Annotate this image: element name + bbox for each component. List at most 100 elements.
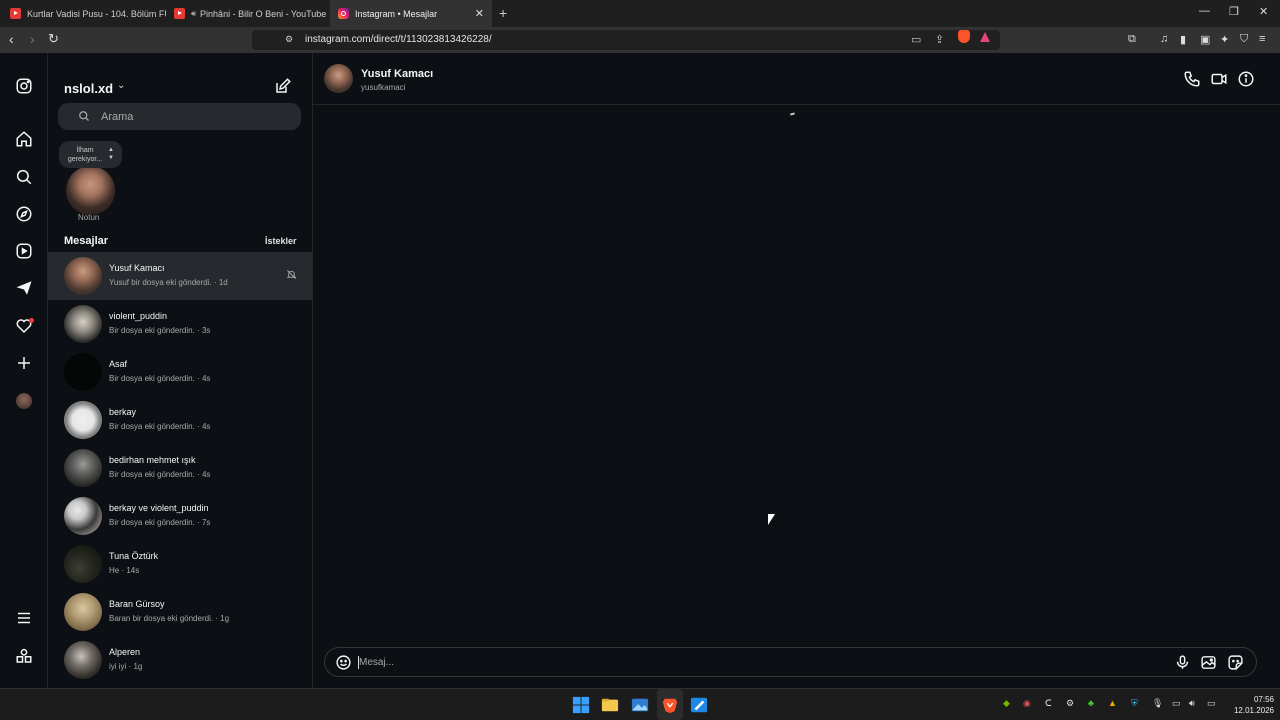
requests-link[interactable]: İstekler (265, 236, 297, 246)
security-icon[interactable]: ◉ (1023, 698, 1031, 709)
conversation-row[interactable]: bedirhan mehmet ışık Bir dosya eki gönde… (48, 444, 312, 492)
messages-heading: Mesajlar (64, 235, 109, 247)
browser-toolbar: ‹ › ↻ 🔖︎ ⚙ instagram.com/direct/t/113023… (0, 27, 1280, 53)
also-from-meta-icon[interactable] (14, 646, 34, 666)
conversation-row[interactable]: berkay ve violent_puddin Bir dosya eki g… (48, 492, 312, 540)
conversation-row[interactable]: Baran Gürsoy Baran bir dosya eki gönderd… (48, 588, 312, 636)
messages-icon[interactable] (14, 278, 34, 298)
brave-rewards-icon[interactable] (980, 32, 990, 42)
youtube-icon (174, 8, 185, 19)
chevron-down-icon[interactable]: ⌄ (117, 80, 125, 91)
sticker-icon[interactable] (1227, 654, 1244, 671)
conversation-row[interactable]: violent_puddin Bir dosya eki gönderdin. … (48, 300, 312, 348)
address-bar[interactable]: ⚙ instagram.com/direct/t/113023813426228… (252, 30, 1000, 50)
avatar (64, 641, 102, 679)
close-tab-icon[interactable]: ✕ (475, 7, 484, 20)
reload-button[interactable]: ↻ (48, 31, 59, 47)
home-icon[interactable] (14, 129, 34, 149)
razer-icon[interactable]: ♣ (1088, 698, 1094, 708)
microphone-icon[interactable] (1174, 654, 1191, 671)
speaker-icon[interactable]: 🔊︎ (191, 9, 196, 19)
conversation-name: berkay (109, 407, 137, 417)
avatar (64, 353, 102, 391)
forward-button[interactable]: › (30, 31, 35, 47)
browser-tab-2[interactable]: 🔊︎ Pinhâni - Bilir O Beni - YouTube (166, 0, 330, 27)
conversation-row[interactable]: Alperen iyi iyi · 1g (48, 636, 312, 684)
new-message-icon[interactable] (274, 77, 292, 95)
instagram-icon (338, 8, 349, 19)
more-menu-icon[interactable] (14, 608, 34, 628)
tray-c-icon[interactable]: ᑕ (1045, 698, 1052, 709)
conversation-name: Alperen (109, 647, 141, 657)
chat-header: Yusuf Kamacı yusufkamaci (313, 53, 1280, 105)
leo-ai-icon[interactable]: ✦ (1220, 33, 1229, 46)
audio-app-icon[interactable]: ▲ (1108, 698, 1117, 708)
message-input[interactable]: Mesaj... (324, 647, 1257, 677)
browser-tab-strip: Kurtlar Vadisi Pusu - 104. Bölüm FULL 🔊︎… (0, 0, 1280, 27)
brave-shields-icon[interactable] (958, 30, 970, 43)
reels-icon[interactable] (14, 241, 34, 261)
image-upload-icon[interactable] (1200, 654, 1217, 671)
note-avatar[interactable] (66, 166, 115, 215)
url-text: instagram.com/direct/t/113023813426228/ (305, 34, 492, 45)
conversation-preview: iyi iyi · 1g (109, 662, 143, 671)
site-info-icon[interactable]: ⚙ (285, 34, 293, 45)
defender-icon[interactable]: ⛨ (1131, 698, 1138, 709)
share-icon[interactable]: ⇪ (935, 33, 944, 46)
chat-avatar[interactable] (324, 64, 353, 93)
cast-icon[interactable]: ▭ (911, 33, 921, 46)
profile-avatar[interactable] (16, 393, 32, 409)
explore-icon[interactable] (14, 204, 34, 224)
create-icon[interactable] (14, 353, 34, 373)
close-window-button[interactable]: ✕ (1259, 5, 1268, 18)
conversation-preview: Bir dosya eki gönderdin. · 3s (109, 326, 211, 335)
vpn-icon[interactable]: ⛉ (1240, 33, 1248, 46)
conversation-preview: Baran bir dosya eki gönderdi. · 1g (109, 614, 230, 623)
conversation-preview: Yusuf bir dosya eki gönderdi. · 1d (109, 278, 228, 287)
wallet-icon[interactable]: ▣ (1200, 33, 1210, 46)
menu-icon[interactable]: ≡ (1259, 33, 1265, 45)
instagram-nav-rail (0, 53, 48, 688)
muted-bell-icon (286, 270, 297, 279)
photos-icon[interactable] (631, 696, 649, 714)
search-icon[interactable] (14, 167, 34, 187)
conversation-info-icon[interactable] (1237, 70, 1255, 88)
restore-button[interactable]: ❐ (1229, 5, 1239, 18)
network-icon[interactable]: ▭ (1172, 698, 1181, 709)
account-username[interactable]: nslol.xd (64, 81, 113, 96)
emoji-icon[interactable] (335, 654, 352, 671)
conversation-row[interactable]: Asaf Bir dosya eki gönderdin. · 4s (48, 348, 312, 396)
avatar (64, 449, 102, 487)
video-call-icon[interactable] (1210, 70, 1228, 88)
back-button[interactable]: ‹ (9, 31, 14, 47)
volume-icon[interactable]: 🔊︎ (1189, 698, 1195, 709)
chat-contact-name[interactable]: Yusuf Kamacı (361, 68, 433, 80)
phone-call-icon[interactable] (1183, 70, 1201, 88)
search-input[interactable]: Arama (58, 103, 301, 130)
browser-tab-3[interactable]: Instagram • Mesajlar ✕ (330, 0, 492, 27)
message-placeholder: Mesaj... (359, 657, 395, 668)
minimize-button[interactable]: — (1199, 5, 1210, 17)
nvidia-icon[interactable]: ◆ (1003, 698, 1010, 709)
system-clock[interactable]: 07:56 12.01.2026 (1228, 694, 1274, 716)
browser-tab-1[interactable]: Kurtlar Vadisi Pusu - 104. Bölüm FULL (2, 0, 166, 27)
battery-icon[interactable]: ▭ (1207, 698, 1216, 709)
microphone-tray-icon[interactable]: 🎙︎ (1152, 698, 1163, 709)
steam-icon[interactable]: ⚙ (1066, 698, 1074, 709)
brave-browser-icon[interactable] (661, 696, 679, 714)
avatar (64, 257, 102, 295)
paint-app-icon[interactable] (690, 696, 708, 714)
music-icon[interactable]: ♫ (1160, 33, 1168, 45)
windows-start-icon[interactable] (572, 696, 590, 714)
conversation-row[interactable]: Yusuf Kamacı Yusuf bir dosya eki gönderd… (48, 252, 312, 300)
sidebar-icon[interactable]: ▮ (1180, 33, 1186, 46)
note-bubble[interactable]: İlham gerekiyor... ▲ ▼ (59, 141, 122, 168)
new-tab-button[interactable]: + (499, 5, 507, 21)
avatar (64, 497, 102, 535)
file-explorer-icon[interactable] (601, 696, 619, 714)
conversation-row[interactable]: berkay Bir dosya eki gönderdin. · 4s (48, 396, 312, 444)
screenshot-icon[interactable]: ⧉ (1128, 33, 1136, 46)
instagram-logo-icon[interactable] (14, 76, 34, 96)
conversation-row[interactable]: Tuna Öztürk He · 14s (48, 540, 312, 588)
chat-pane: Yusuf Kamacı yusufkamaci Mesaj... (313, 53, 1280, 688)
